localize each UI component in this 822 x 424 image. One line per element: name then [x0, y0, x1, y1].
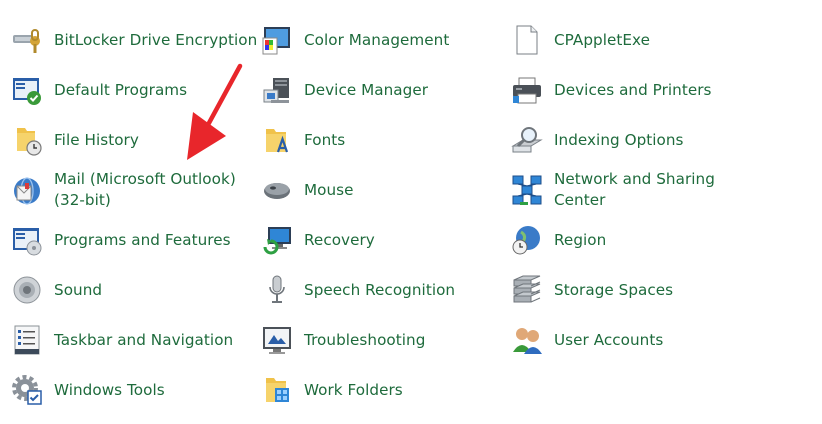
item-label: Programs and Features	[54, 230, 231, 249]
item-label: Mail (Microsoft Outlook) (32-bit)	[54, 170, 236, 209]
item-work-folders[interactable]: Work Folders	[260, 365, 510, 415]
storage-drives-icon	[510, 273, 544, 307]
item-storage-spaces[interactable]: Storage Spaces	[510, 265, 760, 315]
color-management-icon	[260, 23, 294, 57]
bitlocker-icon	[10, 23, 44, 57]
item-devices-printers[interactable]: Devices and Printers	[510, 65, 760, 115]
work-folders-icon	[260, 373, 294, 407]
item-speech-recognition[interactable]: Speech Recognition	[260, 265, 510, 315]
globe-clock-icon	[510, 223, 544, 257]
item-programs-features[interactable]: Programs and Features	[10, 215, 260, 265]
troubleshooting-icon	[260, 323, 294, 357]
item-file-history[interactable]: File History	[10, 115, 260, 165]
item-troubleshooting[interactable]: Troubleshooting	[260, 315, 510, 365]
item-label: Devices and Printers	[554, 80, 712, 99]
programs-features-icon	[10, 223, 44, 257]
fonts-folder-icon	[260, 123, 294, 157]
default-programs-icon	[10, 73, 44, 107]
item-default-programs[interactable]: Default Programs	[10, 65, 260, 115]
mail-icon	[10, 173, 44, 207]
item-label: User Accounts	[554, 330, 664, 349]
item-indexing-options[interactable]: Indexing Options	[510, 115, 760, 165]
item-label: Device Manager	[304, 80, 429, 99]
column-2: Color Management Device Manager Fonts Mo…	[260, 15, 510, 415]
item-label: Troubleshooting	[304, 330, 426, 349]
mouse-icon	[260, 173, 294, 207]
column-3: CPAppletExe Devices and Printers Indexin…	[510, 15, 760, 365]
taskbar-icon	[10, 323, 44, 357]
blank-document-icon	[510, 23, 544, 57]
speaker-icon	[10, 273, 44, 307]
item-mouse[interactable]: Mouse	[260, 165, 510, 215]
item-label: Recovery	[304, 230, 375, 249]
indexing-search-icon	[510, 123, 544, 157]
item-windows-tools[interactable]: Windows Tools	[10, 365, 260, 415]
item-label: Work Folders	[304, 380, 403, 399]
network-icon	[510, 173, 544, 207]
item-taskbar-navigation[interactable]: Taskbar and Navigation	[10, 315, 260, 365]
item-sound[interactable]: Sound	[10, 265, 260, 315]
item-cpappletexe[interactable]: CPAppletExe	[510, 15, 760, 65]
item-label: Network and Sharing Center	[554, 170, 715, 209]
file-history-icon	[10, 123, 44, 157]
item-fonts[interactable]: Fonts	[260, 115, 510, 165]
item-network-sharing[interactable]: Network and Sharing Center	[510, 165, 760, 215]
item-color-management[interactable]: Color Management	[260, 15, 510, 65]
item-label: Windows Tools	[54, 380, 165, 399]
device-manager-icon	[260, 73, 294, 107]
item-label: Region	[554, 230, 607, 249]
item-label: File History	[54, 130, 139, 149]
column-1: BitLocker Drive Encryption Default Progr…	[10, 15, 260, 415]
item-label: Color Management	[304, 30, 450, 49]
item-label: Storage Spaces	[554, 280, 674, 299]
item-mail[interactable]: Mail (Microsoft Outlook) (32-bit)	[10, 165, 260, 215]
item-user-accounts[interactable]: User Accounts	[510, 315, 760, 365]
recovery-icon	[260, 223, 294, 257]
item-label: CPAppletExe	[554, 30, 650, 49]
item-label: Mouse	[304, 180, 354, 199]
item-label: Indexing Options	[554, 130, 684, 149]
item-bitlocker[interactable]: BitLocker Drive Encryption	[10, 15, 260, 65]
gear-checkbox-icon	[10, 373, 44, 407]
item-device-manager[interactable]: Device Manager	[260, 65, 510, 115]
item-region[interactable]: Region	[510, 215, 760, 265]
printer-icon	[510, 73, 544, 107]
item-label: Speech Recognition	[304, 280, 456, 299]
item-recovery[interactable]: Recovery	[260, 215, 510, 265]
microphone-icon	[260, 273, 294, 307]
item-label: Fonts	[304, 130, 346, 149]
item-label: Sound	[54, 280, 103, 299]
item-label: Taskbar and Navigation	[54, 330, 234, 349]
item-label: Default Programs	[54, 80, 188, 99]
item-label: BitLocker Drive Encryption	[54, 30, 258, 49]
users-icon	[510, 323, 544, 357]
